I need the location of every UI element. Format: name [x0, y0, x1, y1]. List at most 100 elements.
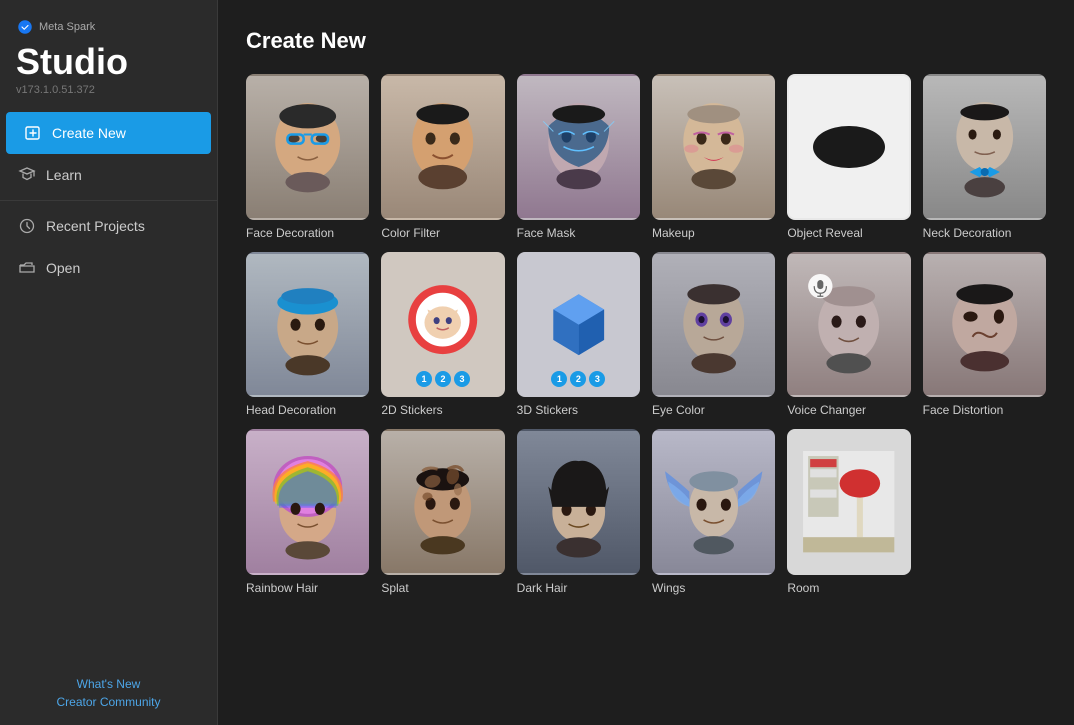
- dark-hair-illustration: [528, 438, 629, 565]
- sidebar-item-learn[interactable]: Learn: [0, 154, 217, 196]
- neck-decoration-illustration: [934, 83, 1035, 210]
- template-label-room: Room: [787, 581, 910, 595]
- badge-3d-2: 2: [570, 371, 586, 387]
- template-card-face-mask[interactable]: Face Mask: [517, 74, 640, 240]
- creator-community-link[interactable]: Creator Community: [16, 695, 201, 709]
- template-label-head-decoration: Head Decoration: [246, 403, 369, 417]
- open-icon: [18, 259, 36, 277]
- wings-illustration: [663, 438, 764, 565]
- template-thumb-eye-color: [652, 252, 775, 398]
- template-label-3d-stickers: 3D Stickers: [517, 403, 640, 417]
- template-thumb-3d-stickers: 1 2 3: [517, 252, 640, 398]
- sidebar-item-recent-projects[interactable]: Recent Projects: [0, 205, 217, 247]
- template-label-rainbow-hair: Rainbow Hair: [246, 581, 369, 595]
- template-label-2d-stickers: 2D Stickers: [381, 403, 504, 417]
- badge-3d-3: 3: [589, 371, 605, 387]
- template-card-voice-changer[interactable]: Voice Changer: [787, 252, 910, 418]
- template-label-neck-decoration: Neck Decoration: [923, 226, 1046, 240]
- recent-projects-label: Recent Projects: [46, 218, 145, 234]
- face-mask-illustration: [528, 83, 629, 210]
- template-card-head-decoration[interactable]: Head Decoration: [246, 252, 369, 418]
- 2d-stickers-illustration: [392, 261, 493, 388]
- app-title: Studio: [0, 40, 217, 82]
- template-card-wings[interactable]: Wings: [652, 429, 775, 595]
- 3d-stickers-illustration: [528, 261, 629, 388]
- template-card-eye-color[interactable]: Eye Color: [652, 252, 775, 418]
- meta-spark-text: Meta Spark: [39, 21, 95, 33]
- template-thumb-room: [787, 429, 910, 575]
- sidebar-item-create-new[interactable]: Create New: [6, 112, 211, 154]
- template-label-face-distortion: Face Distortion: [923, 403, 1046, 417]
- template-thumb-head-decoration: [246, 252, 369, 398]
- open-label: Open: [46, 260, 80, 276]
- template-label-dark-hair: Dark Hair: [517, 581, 640, 595]
- template-label-voice-changer: Voice Changer: [787, 403, 910, 417]
- room-illustration: [798, 438, 899, 565]
- badge-1: 1: [416, 371, 432, 387]
- template-thumb-neck-decoration: [923, 74, 1046, 220]
- template-thumb-voice-changer: [787, 252, 910, 398]
- template-thumb-object-reveal: [787, 74, 910, 220]
- badge-2: 2: [435, 371, 451, 387]
- color-filter-illustration: [392, 83, 493, 210]
- sidebar-footer: What's New Creator Community: [0, 665, 217, 725]
- template-label-object-reveal: Object Reveal: [787, 226, 910, 240]
- nav-divider: [0, 200, 217, 201]
- template-card-color-filter[interactable]: Color Filter: [381, 74, 504, 240]
- create-new-icon: [24, 124, 42, 142]
- template-card-splat[interactable]: Splat: [381, 429, 504, 595]
- template-card-makeup[interactable]: Makeup: [652, 74, 775, 240]
- face-distortion-illustration: [934, 261, 1035, 388]
- sidebar-nav: Create New Learn Recent Projects: [0, 112, 217, 665]
- template-label-face-mask: Face Mask: [517, 226, 640, 240]
- template-thumb-dark-hair: [517, 429, 640, 575]
- main-content: Create New Face Decoration: [218, 0, 1074, 725]
- face-decoration-illustration: [257, 83, 358, 210]
- template-thumb-splat: [381, 429, 504, 575]
- sidebar: Meta Spark Studio v173.1.0.51.372 Create…: [0, 0, 218, 725]
- recent-projects-icon: [18, 217, 36, 235]
- create-new-label: Create New: [52, 125, 126, 141]
- template-thumb-2d-stickers: 1 2 3: [381, 252, 504, 398]
- template-thumb-wings: [652, 429, 775, 575]
- whats-new-link[interactable]: What's New: [16, 677, 201, 691]
- template-label-eye-color: Eye Color: [652, 403, 775, 417]
- template-label-splat: Splat: [381, 581, 504, 595]
- template-label-color-filter: Color Filter: [381, 226, 504, 240]
- badge-3: 3: [454, 371, 470, 387]
- logo-area: Meta Spark: [0, 0, 217, 40]
- voice-changer-illustration: [798, 261, 899, 388]
- object-reveal-oval: [813, 126, 885, 168]
- sidebar-item-open[interactable]: Open: [0, 247, 217, 289]
- meta-spark-logo: Meta Spark: [16, 18, 95, 36]
- template-card-rainbow-hair[interactable]: Rainbow Hair: [246, 429, 369, 595]
- template-card-3d-stickers[interactable]: 1 2 3 3D Stickers: [517, 252, 640, 418]
- template-thumb-face-decoration: [246, 74, 369, 220]
- template-thumb-rainbow-hair: [246, 429, 369, 575]
- eye-color-illustration: [663, 261, 764, 388]
- app-version: v173.1.0.51.372: [0, 82, 217, 112]
- template-label-wings: Wings: [652, 581, 775, 595]
- template-card-2d-stickers[interactable]: 1 2 3 2D Stickers: [381, 252, 504, 418]
- template-label-makeup: Makeup: [652, 226, 775, 240]
- template-thumb-makeup: [652, 74, 775, 220]
- template-thumb-color-filter: [381, 74, 504, 220]
- object-reveal-inner: [789, 76, 908, 218]
- splat-illustration: [392, 438, 493, 565]
- badge-3d-1: 1: [551, 371, 567, 387]
- template-card-face-distortion[interactable]: Face Distortion: [923, 252, 1046, 418]
- head-decoration-illustration: [257, 261, 358, 388]
- template-card-room[interactable]: Room: [787, 429, 910, 595]
- templates-grid: Face Decoration Color Filter: [246, 74, 1046, 595]
- meta-spark-icon: [16, 18, 34, 36]
- page-title: Create New: [246, 28, 1046, 54]
- 2d-stickers-badge: 1 2 3: [416, 371, 470, 387]
- template-card-object-reveal[interactable]: Object Reveal: [787, 74, 910, 240]
- 3d-stickers-badge: 1 2 3: [551, 371, 605, 387]
- template-label-face-decoration: Face Decoration: [246, 226, 369, 240]
- rainbow-hair-illustration: [257, 438, 358, 565]
- template-card-dark-hair[interactable]: Dark Hair: [517, 429, 640, 595]
- template-thumb-face-mask: [517, 74, 640, 220]
- template-card-neck-decoration[interactable]: Neck Decoration: [923, 74, 1046, 240]
- template-card-face-decoration[interactable]: Face Decoration: [246, 74, 369, 240]
